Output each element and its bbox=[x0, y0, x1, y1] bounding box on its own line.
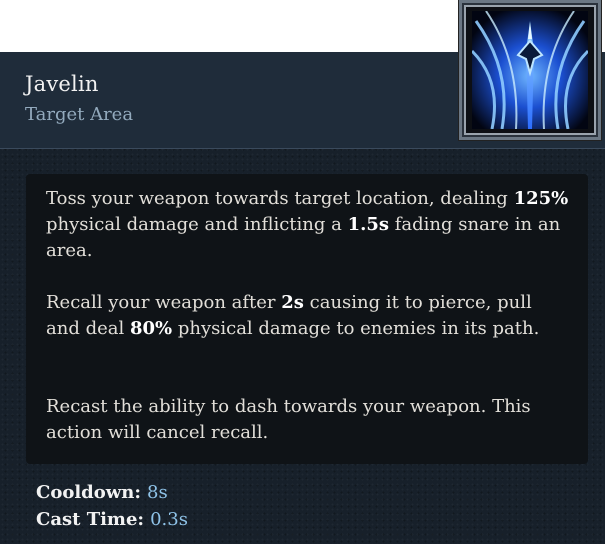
description-paragraph-damage: Toss your weapon towards target location… bbox=[46, 186, 571, 264]
description-text: Recast the ability to dash towards your … bbox=[46, 396, 531, 443]
description-text: physical damage and inflicting a bbox=[46, 214, 348, 235]
ability-description: Toss your weapon towards target location… bbox=[26, 174, 588, 464]
highlighted-value: 125% bbox=[513, 188, 569, 209]
cooldown-stat: Cooldown: 8s bbox=[36, 482, 168, 503]
cast-time-label: Cast Time: bbox=[36, 509, 145, 530]
cast-time-value: 0.3s bbox=[150, 509, 188, 530]
highlighted-value: 2s bbox=[281, 292, 304, 313]
ability-targeting-type: Target Area bbox=[25, 104, 134, 125]
ability-name: Javelin bbox=[25, 72, 99, 96]
cast-time-stat: Cast Time: 0.3s bbox=[36, 509, 188, 530]
description-paragraph-recall: Recall your weapon after 2s causing it t… bbox=[46, 290, 571, 342]
javelin-icon bbox=[472, 11, 588, 129]
description-text: physical damage to enemies in its path. bbox=[172, 318, 540, 339]
cooldown-label: Cooldown: bbox=[36, 482, 141, 503]
highlighted-value: 80% bbox=[129, 318, 173, 339]
javelin-ability-icon bbox=[459, 0, 601, 140]
description-text: Recall your weapon after bbox=[46, 292, 282, 313]
description-paragraph-recast: Recast the ability to dash towards your … bbox=[46, 394, 571, 446]
highlighted-value: 1.5s bbox=[347, 214, 390, 235]
cooldown-value: 8s bbox=[147, 482, 168, 503]
description-text: Toss your weapon towards target location… bbox=[46, 188, 514, 209]
